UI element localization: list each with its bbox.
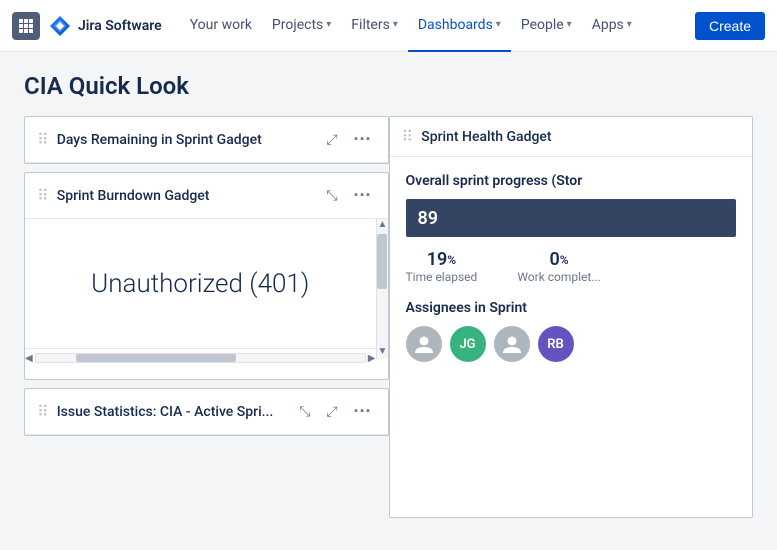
- stat-work-label: Work complet...: [517, 270, 601, 284]
- stat-work-value: 0%: [550, 249, 569, 270]
- scroll-down-arrow[interactable]: ▼: [377, 346, 388, 357]
- right-column: Sprint Health Gadget Overall sprint prog…: [389, 116, 754, 526]
- apps-menu-icon[interactable]: [12, 12, 40, 40]
- compress-button[interactable]: ⤡: [322, 185, 341, 206]
- left-column: Days Remaining in Sprint Gadget ⤢ ··· Sp…: [24, 116, 389, 526]
- drag-handle-icon[interactable]: [37, 186, 49, 205]
- more-options-button[interactable]: ···: [350, 127, 376, 152]
- drag-handle-icon[interactable]: [37, 130, 49, 149]
- more-options-button[interactable]: ···: [350, 183, 376, 208]
- scroll-left-arrow[interactable]: ◀: [25, 353, 33, 364]
- compress-button[interactable]: ⤡: [295, 401, 314, 422]
- chevron-down-icon: ▾: [627, 19, 632, 30]
- scroll-right-arrow[interactable]: ▶: [368, 353, 376, 364]
- scroll-up-arrow[interactable]: ▲: [377, 219, 388, 230]
- assignees-label: Assignees in Sprint: [406, 300, 737, 316]
- issue-statistics-gadget: Issue Statistics: CIA - Active Spri... ⤡…: [24, 388, 389, 436]
- chevron-down-icon: ▾: [496, 19, 501, 30]
- gadget-header-days: Days Remaining in Sprint Gadget ⤢ ···: [25, 117, 388, 163]
- sprint-stats: 19% Time elapsed 0% Work complet...: [406, 249, 737, 284]
- vertical-scrollbar[interactable]: ▲ ▼: [376, 219, 388, 359]
- nav-item-people[interactable]: People ▾: [511, 0, 582, 52]
- sprint-health-gadget: Sprint Health Gadget Overall sprint prog…: [389, 116, 754, 518]
- burndown-body: ▲ ▼ Unauthorized (401) ◀ ▶: [25, 219, 388, 379]
- stat-work-complete: 0% Work complet...: [517, 249, 601, 284]
- drag-handle-icon[interactable]: [37, 402, 49, 421]
- navbar: Jira Software Your work Projects ▾ Filte…: [0, 0, 777, 52]
- chevron-down-icon: ▾: [393, 19, 398, 30]
- logo[interactable]: Jira Software: [48, 14, 162, 38]
- gadget-header-burndown: Sprint Burndown Gadget ⤡ ···: [25, 173, 388, 219]
- nav-item-dashboards[interactable]: Dashboards ▾: [408, 0, 511, 52]
- sprint-bar: 89: [406, 199, 737, 237]
- logo-text: Jira Software: [78, 18, 162, 34]
- chevron-down-icon: ▾: [567, 19, 572, 30]
- avatar-jg[interactable]: JG: [450, 326, 486, 362]
- avatar-rb[interactable]: RB: [538, 326, 574, 362]
- gadget-header-sprint-health: Sprint Health Gadget: [390, 117, 753, 157]
- create-button[interactable]: Create: [695, 12, 765, 40]
- nav-items: Your work Projects ▾ Filters ▾ Dashboard…: [180, 0, 695, 52]
- nav-item-apps[interactable]: Apps ▾: [582, 0, 642, 52]
- horizontal-scrollbar-track[interactable]: [35, 353, 366, 363]
- vertical-scroll-thumb[interactable]: [377, 234, 387, 289]
- sprint-health-title: Sprint Health Gadget: [421, 129, 740, 145]
- nav-item-projects[interactable]: Projects ▾: [262, 0, 341, 52]
- burndown-content: Unauthorized (401): [25, 219, 376, 349]
- horizontal-scrollbar-row: ◀ ▶: [25, 349, 376, 367]
- stat-time-label: Time elapsed: [406, 270, 478, 284]
- nav-item-filters[interactable]: Filters ▾: [341, 0, 408, 52]
- sprint-progress-label: Overall sprint progress (Stor: [406, 173, 737, 189]
- avatar-user3[interactable]: [494, 326, 530, 362]
- stat-time-elapsed: 19% Time elapsed: [406, 249, 478, 284]
- sprint-bar-value: 89: [418, 208, 439, 229]
- drag-handle-icon[interactable]: [402, 127, 414, 146]
- chevron-down-icon: ▾: [326, 19, 331, 30]
- sprint-burndown-gadget: Sprint Burndown Gadget ⤡ ··· ▲ ▼ Unautho…: [24, 172, 389, 380]
- days-remaining-title: Days Remaining in Sprint Gadget: [57, 132, 315, 148]
- stat-time-value: 19%: [427, 249, 456, 270]
- page-title: CIA Quick Look: [24, 72, 753, 100]
- issue-statistics-title: Issue Statistics: CIA - Active Spri...: [57, 404, 287, 420]
- sprint-health-body: Overall sprint progress (Stor 89 19% Tim…: [390, 157, 753, 378]
- more-options-button[interactable]: ···: [350, 399, 376, 424]
- horizontal-scroll-thumb[interactable]: [76, 354, 236, 362]
- nav-item-your-work[interactable]: Your work: [180, 0, 262, 52]
- days-remaining-gadget: Days Remaining in Sprint Gadget ⤢ ···: [24, 116, 389, 164]
- sprint-burndown-title: Sprint Burndown Gadget: [57, 188, 315, 204]
- expand-button[interactable]: ⤢: [322, 129, 341, 150]
- dashboard-grid: Days Remaining in Sprint Gadget ⤢ ··· Sp…: [24, 116, 753, 526]
- page-content: CIA Quick Look Days Remaining in Sprint …: [0, 52, 777, 550]
- assignees-row: JG RB: [406, 326, 737, 362]
- expand-button[interactable]: ⤢: [322, 401, 341, 422]
- avatar-user1[interactable]: [406, 326, 442, 362]
- gadget-header-issue-stats: Issue Statistics: CIA - Active Spri... ⤡…: [25, 389, 388, 435]
- unauthorized-text: Unauthorized (401): [91, 269, 309, 299]
